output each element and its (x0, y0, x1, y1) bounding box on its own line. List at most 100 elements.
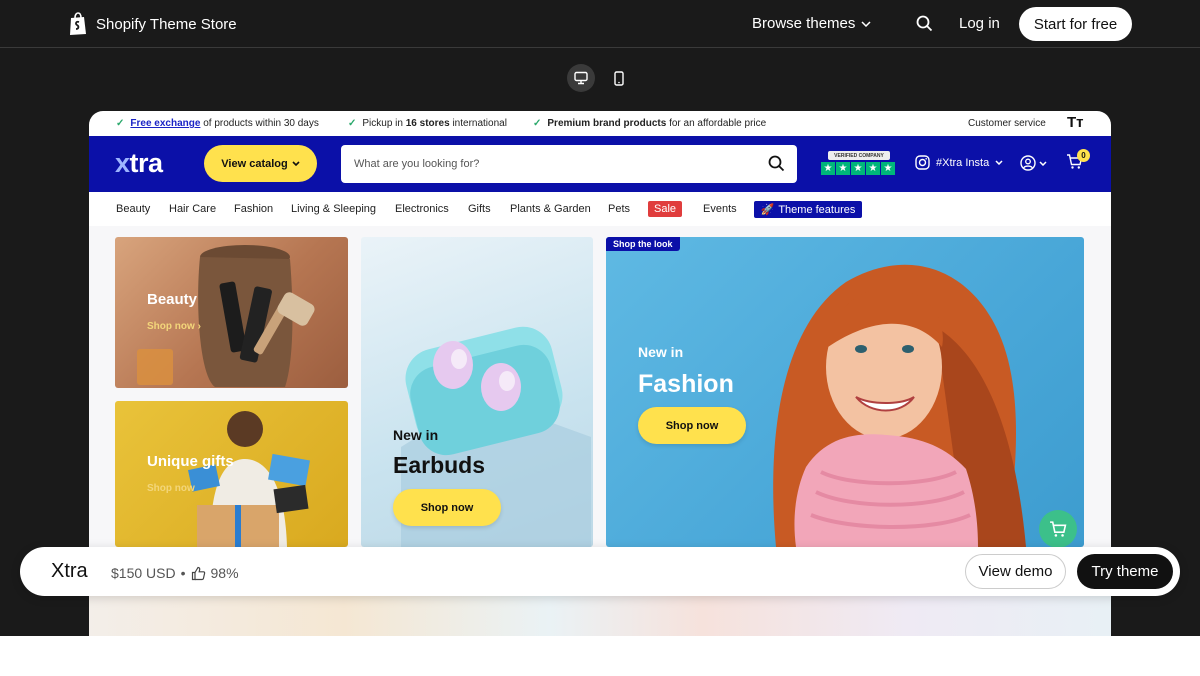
try-theme-button[interactable]: Try theme (1077, 554, 1173, 589)
nav-item-gifts[interactable]: Gifts (468, 203, 491, 215)
nav-item-plants-garden[interactable]: Plants & Garden (510, 203, 591, 215)
check-icon: ✓ (116, 118, 125, 129)
xtra-header: xtra View catalog VERIFIED COMPANY ★ ★ ★… (89, 136, 1111, 192)
chevron-down-icon (995, 160, 1003, 165)
cart-icon (1050, 521, 1067, 537)
thumbs-up-icon (191, 566, 205, 580)
text-size-icon[interactable]: Tт (1067, 114, 1084, 131)
beauty-tile[interactable]: Beauty Shop now › (115, 237, 348, 388)
nav-item-events[interactable]: Events (703, 203, 737, 215)
star-icon: ★ (836, 162, 850, 175)
theme-features-label: Theme features (778, 203, 856, 216)
earbuds-title: Earbuds (393, 452, 486, 478)
earbuds-kicker: New in (393, 427, 439, 443)
theme-meta: $150 USD • 98% (111, 565, 239, 581)
store-logo[interactable]: Shopify Theme Store (68, 12, 237, 36)
shopify-bag-icon (70, 12, 86, 35)
instagram-menu[interactable]: #Xtra Insta (915, 155, 1003, 170)
nav-item-hair-care[interactable]: Hair Care (169, 203, 216, 215)
meta-separator: • (180, 565, 186, 581)
theme-rating: 98% (210, 565, 239, 581)
announcement-text: Pickup in (362, 118, 403, 129)
customer-service-link[interactable]: Customer service (968, 118, 1046, 129)
instagram-icon (915, 155, 930, 170)
announcement-text: of products within 30 days (203, 118, 319, 129)
announcement-item-pickup: ✓ Pickup in 16 stores international (348, 118, 507, 129)
free-exchange-link[interactable]: Free exchange (130, 118, 200, 129)
search-icon (916, 15, 933, 32)
star-icon: ★ (851, 162, 865, 175)
arrow-right-icon: › (197, 321, 201, 332)
announcement-bar: ✓ Free exchange of products within 30 da… (89, 111, 1111, 136)
instagram-label: #Xtra Insta (936, 156, 990, 169)
check-icon: ✓ (533, 118, 542, 129)
account-menu[interactable] (1020, 155, 1047, 171)
fashion-shop-button[interactable]: Shop now (638, 407, 746, 444)
search-button[interactable] (768, 155, 785, 177)
gifts-illustration (188, 411, 310, 547)
nav-item-beauty[interactable]: Beauty (116, 203, 150, 215)
nav-item-pets[interactable]: Pets (608, 203, 630, 215)
announcement-text: for an affordable price (669, 118, 767, 129)
theme-preview-page: Shopify Theme Store Browse themes Log in… (0, 0, 1200, 676)
search-icon (768, 155, 785, 172)
announcement-item-exchange: ✓ Free exchange of products within 30 da… (116, 118, 319, 129)
beauty-shop-link[interactable]: Shop now › (147, 321, 201, 332)
logo-x: x (115, 148, 130, 178)
browse-themes-label: Browse themes (752, 15, 856, 32)
rocket-icon: 🚀 (760, 204, 775, 216)
nav-item-sale[interactable]: Sale (648, 201, 683, 217)
fashion-tile[interactable]: Shop the look New in Fashion Shop now (606, 237, 1084, 547)
announcement-bold: 16 stores (405, 118, 450, 129)
chevron-down-icon (861, 20, 871, 27)
announcement-text: international (452, 118, 507, 129)
shop-the-look-badge[interactable]: Shop the look (606, 237, 680, 251)
theme-name: Xtra (51, 560, 88, 582)
star-icon: ★ (821, 162, 835, 175)
store-header: Shopify Theme Store Browse themes Log in… (0, 0, 1200, 48)
mobile-icon (614, 70, 624, 86)
trust-stars: ★ ★ ★ ★ ★ (821, 162, 895, 175)
beauty-shop-label: Shop now (147, 321, 195, 332)
earbuds-tile[interactable]: New in Earbuds Shop now (361, 237, 593, 547)
fashion-title: Fashion (638, 370, 734, 398)
chevron-down-icon (292, 161, 300, 166)
login-link[interactable]: Log in (959, 15, 1000, 32)
browse-themes-menu[interactable]: Browse themes (752, 15, 871, 32)
star-icon: ★ (881, 162, 895, 175)
store-search-button[interactable] (916, 15, 933, 37)
theme-price: $150 USD (111, 565, 176, 581)
product-search-input[interactable] (341, 145, 741, 183)
earbuds-shop-button[interactable]: Shop now (393, 489, 501, 526)
floating-cart-button[interactable] (1039, 510, 1077, 548)
category-nav: Beauty Hair Care Fashion Living & Sleepi… (89, 192, 1111, 226)
store-logo-text: Shopify Theme Store (96, 15, 237, 33)
nav-item-fashion[interactable]: Fashion (234, 203, 273, 215)
beauty-title: Beauty (147, 291, 198, 308)
user-icon (1020, 155, 1036, 171)
view-catalog-label: View catalog (221, 157, 288, 170)
xtra-logo[interactable]: xtra (115, 148, 163, 179)
trust-label: VERIFIED COMPANY (828, 151, 890, 160)
nav-item-living-sleeping[interactable]: Living & Sleeping (291, 203, 376, 215)
beauty-products-illustration (137, 245, 315, 387)
gifts-shop-link[interactable]: Shop now (147, 483, 195, 494)
chevron-down-icon (1039, 160, 1047, 166)
gifts-title: Unique gifts (147, 453, 234, 470)
start-for-free-button[interactable]: Start for free (1019, 7, 1132, 41)
logo-rest: tra (129, 148, 164, 178)
gifts-tile[interactable]: Unique gifts Shop now (115, 401, 348, 547)
blurred-preview-continuation (89, 596, 1111, 636)
product-search (341, 145, 797, 183)
view-demo-button[interactable]: View demo (965, 554, 1066, 589)
view-catalog-button[interactable]: View catalog (204, 145, 317, 182)
star-icon: ★ (866, 162, 880, 175)
nav-item-electronics[interactable]: Electronics (395, 203, 449, 215)
trustpilot-badge[interactable]: VERIFIED COMPANY ★ ★ ★ ★ ★ (821, 151, 897, 176)
desktop-view-button[interactable] (567, 64, 595, 92)
fashion-kicker: New in (638, 344, 684, 360)
announcement-item-premium: ✓ Premium brand products for an affordab… (533, 118, 766, 129)
nav-item-theme-features[interactable]: 🚀 Theme features (754, 201, 862, 218)
mobile-view-button[interactable] (605, 64, 633, 92)
announcement-bold: Premium brand products (547, 118, 667, 129)
